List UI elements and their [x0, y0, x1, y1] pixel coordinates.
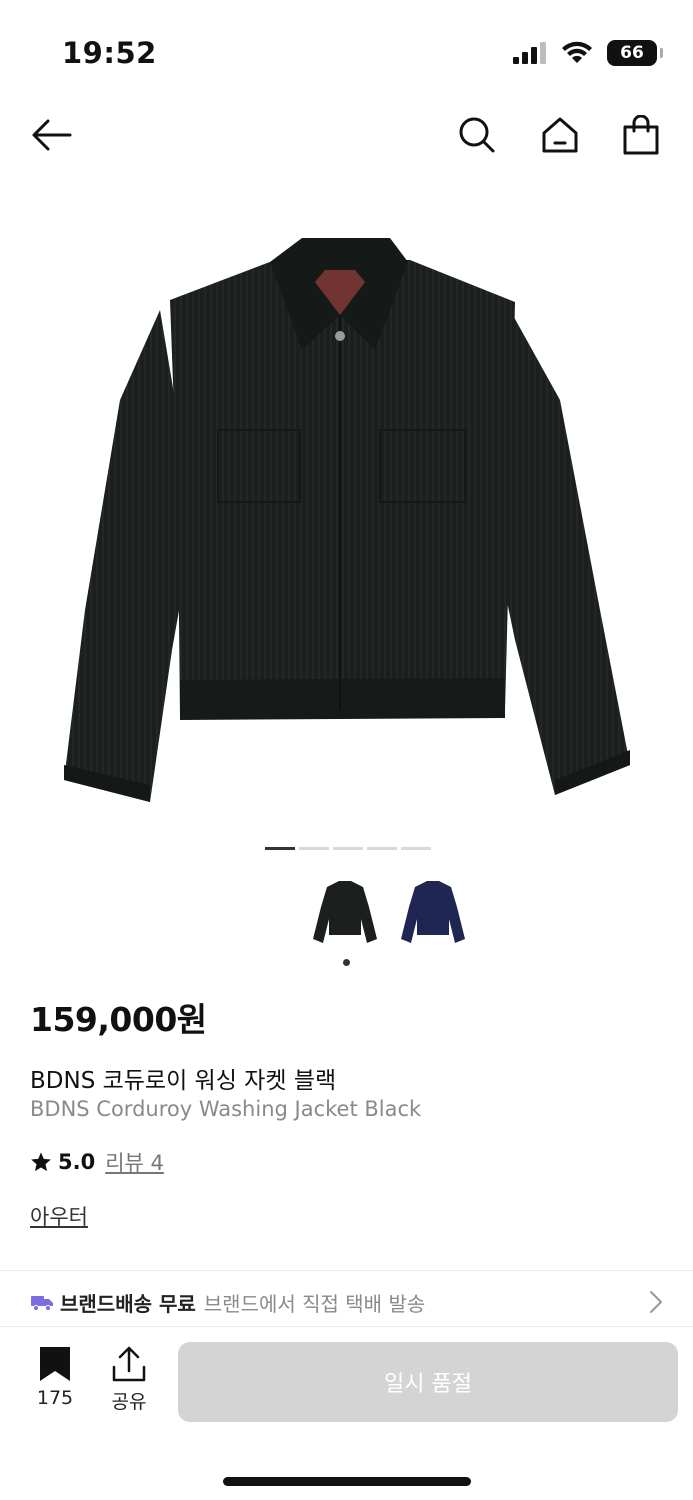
pager-indicator	[333, 847, 363, 850]
home-icon	[542, 117, 578, 153]
selected-color-dot	[343, 959, 350, 966]
shopping-bag-icon	[623, 115, 659, 155]
divider	[0, 1270, 693, 1271]
color-options	[310, 872, 468, 952]
truck-icon	[31, 1296, 53, 1311]
pager-indicator	[401, 847, 431, 850]
bottom-action-bar: 175 공유 일시 품절	[0, 1326, 693, 1500]
arrow-left-icon	[32, 119, 72, 151]
share-icon	[112, 1346, 146, 1382]
category-link[interactable]: 아우터	[30, 1201, 88, 1231]
back-button[interactable]	[26, 110, 76, 160]
review-link[interactable]: 리뷰 4	[105, 1147, 164, 1177]
status-bar: 19:52 66	[0, 0, 693, 100]
bookmark-icon	[40, 1347, 70, 1381]
status-time: 19:52	[62, 36, 157, 70]
search-icon	[459, 117, 495, 153]
color-option-black[interactable]	[310, 872, 380, 952]
star-icon	[31, 1152, 51, 1172]
wifi-icon	[562, 41, 592, 63]
shipping-info-row[interactable]: 브랜드배송 무료 브랜드에서 직접 택배 발송	[0, 1280, 693, 1324]
image-pager	[265, 847, 431, 850]
battery-level: 66	[620, 43, 644, 63]
color-option-navy[interactable]	[398, 872, 468, 952]
rating-row: 5.0 리뷰 4	[30, 1147, 164, 1177]
product-image[interactable]	[0, 190, 693, 830]
pager-indicator	[367, 847, 397, 850]
shipping-description: 브랜드에서 직접 택배 발송	[203, 1291, 426, 1316]
cart-button[interactable]	[616, 110, 666, 160]
home-button[interactable]	[535, 110, 585, 160]
bookmark-count: 175	[36, 1387, 74, 1409]
product-price: 159,000원	[30, 1000, 207, 1039]
share-label: 공유	[111, 1391, 147, 1413]
jacket-thumbnail-navy	[401, 881, 465, 943]
search-button[interactable]	[452, 110, 502, 160]
status-icons: 66	[513, 40, 663, 66]
jacket-thumbnail-black	[313, 881, 377, 943]
sold-out-button[interactable]: 일시 품절	[178, 1342, 678, 1422]
chevron-right-icon	[650, 1291, 662, 1313]
shipping-label: 브랜드배송 무료	[60, 1291, 196, 1316]
pager-indicator-active	[265, 847, 295, 850]
product-name-ko: BDNS 코듀로이 워싱 자켓 블랙	[30, 1068, 337, 1094]
pager-indicator	[299, 847, 329, 850]
signal-icon	[513, 42, 546, 64]
share-button[interactable]: 공유	[99, 1345, 159, 1414]
battery-icon: 66	[607, 40, 663, 66]
top-nav	[0, 100, 693, 166]
rating-score: 5.0	[58, 1150, 96, 1174]
jacket-image	[64, 238, 630, 802]
bookmark-button[interactable]: 175	[25, 1345, 85, 1409]
home-indicator	[223, 1477, 471, 1486]
product-name-en: BDNS Corduroy Washing Jacket Black	[30, 1097, 422, 1121]
